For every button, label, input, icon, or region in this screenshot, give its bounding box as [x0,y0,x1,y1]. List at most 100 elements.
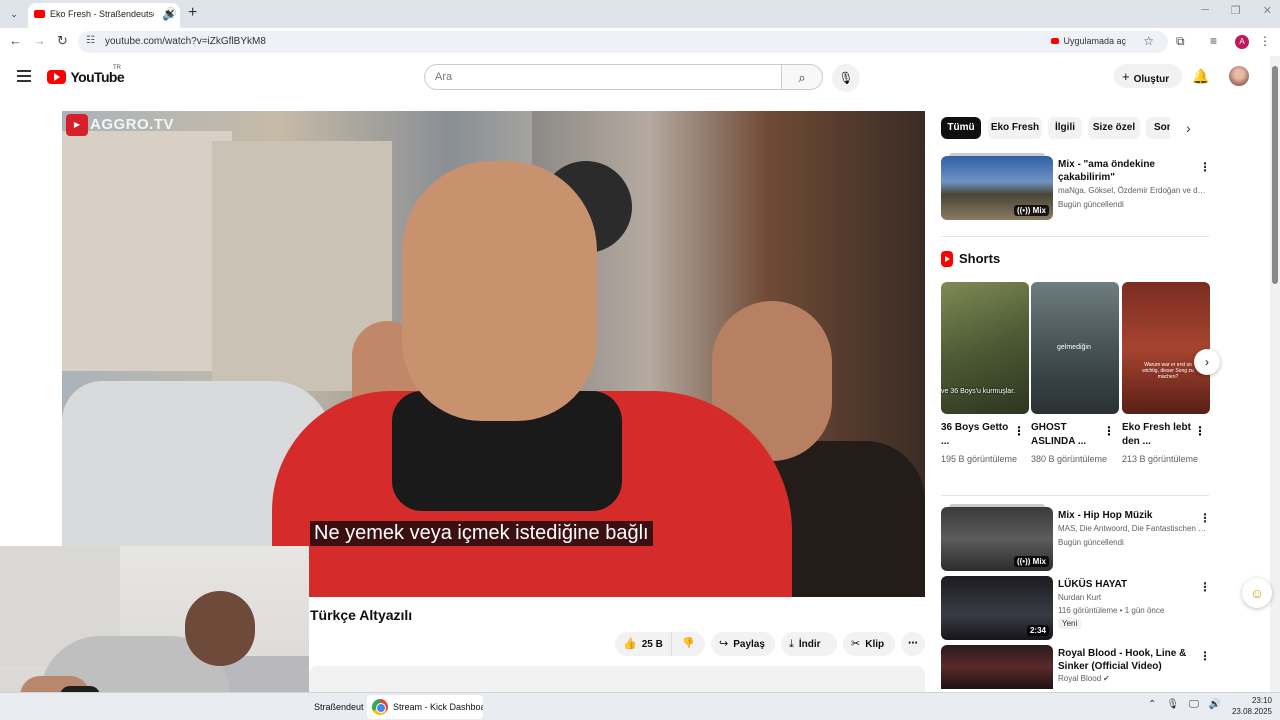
video-thumbnail[interactable]: ((•)) Mix [941,507,1053,571]
create-label: Oluştur [1133,74,1170,85]
chevron-right-icon[interactable]: › [1186,120,1191,136]
clock-time: 23:10 [1251,696,1272,705]
back-arrow-icon[interactable]: ← [9,33,22,48]
tab-close-icon[interactable]: ✕ [166,7,175,20]
video-thumbnail[interactable]: 2:34 [941,576,1053,640]
tab-search-chevron-icon[interactable]: ⌄ [5,5,23,23]
browser-tab-bar: ⌄ Eko Fresh - Straßendeutsch 🔊 ✕ + ─ ❐ ✕ [0,0,1280,28]
more-options-icon[interactable]: ⋮ [1199,511,1211,525]
forward-arrow-icon[interactable]: → [33,33,46,48]
video-player[interactable]: ▶ AGGRO.TV Ne yemek veya içmek istediğin… [62,111,925,597]
more-options-icon[interactable]: ⋮ [1194,424,1206,438]
short-title[interactable]: Eko Fresh lebt den ... [1122,421,1192,449]
more-actions-icon[interactable]: ⋯ [901,632,925,656]
short-thumbnail[interactable]: Warum war er erst so wichtig, dieser Son… [1122,282,1210,414]
reload-icon[interactable]: ↻ [57,33,68,49]
volume-icon[interactable]: 🔊 [1209,699,1221,710]
network-icon[interactable]: 🖵 [1189,699,1199,710]
clock-date: 23.08.2025 [1231,707,1272,716]
like-button[interactable]: 👍 25 B [615,632,671,656]
short-thumbnail[interactable]: ve 36 Boys'u kurmuşlar. [941,282,1029,414]
system-tray: ⌃ 🎙 🖵 🔊 [1148,699,1221,710]
restore-icon[interactable]: ❐ [1231,4,1241,17]
system-clock[interactable]: 23:10 23.08.2025 [1226,695,1272,717]
browser-profile-avatar[interactable]: A [1235,35,1249,49]
os-taskbar: Straßendeut Stream - Kick Dashboar ⌃ 🎙 🖵… [0,692,1280,720]
youtube-logo[interactable]: YouTube TR [47,65,125,86]
taskbar-item-active[interactable]: Stream - Kick Dashboar [367,695,483,719]
close-window-icon[interactable]: ✕ [1263,4,1272,17]
menu-hamburger-icon[interactable] [17,70,31,82]
chrome-icon [372,699,388,715]
short-title[interactable]: 36 Boys Getto ... [941,421,1011,449]
browser-tab-active[interactable]: Eko Fresh - Straßendeutsch 🔊 [28,3,180,28]
notifications-bell-icon[interactable]: 🔔 [1192,68,1209,85]
more-options-icon[interactable]: ⋮ [1199,649,1211,663]
youtube-favicon-icon [34,10,45,18]
divider [941,495,1209,496]
bookmark-star-icon[interactable]: ☆ [1143,34,1154,48]
extensions-icon[interactable]: ⧉ [1176,34,1185,49]
tray-chevron-up-icon[interactable]: ⌃ [1148,699,1156,710]
chip-recent[interactable]: Son [1146,117,1170,139]
scissors-icon: ✂ [851,638,861,650]
video-title[interactable]: Mix - Hip Hop Müzik [1058,509,1198,522]
share-button[interactable]: ↪ Paylaş [711,632,775,656]
microphone-icon[interactable]: 🎙 [1166,699,1179,710]
account-avatar[interactable] [1229,66,1249,86]
download-label: İndir [798,639,821,650]
short-title[interactable]: GHOST ASLINDA ... [1031,421,1101,449]
site-info-icon[interactable]: ☷ [86,35,95,46]
taskbar-item[interactable]: Straßendeut [310,697,365,717]
more-options-icon[interactable]: ⋮ [1013,424,1025,438]
short-thumbnail[interactable]: gelmediğin [1031,282,1119,414]
search-icon: ⌕ [798,70,806,85]
minimize-icon[interactable]: ─ [1201,4,1209,17]
download-button[interactable]: ⤓ İndir [781,632,837,656]
dislike-button[interactable]: 👎 [671,632,705,656]
chip-eko-fresh[interactable]: Eko Fresh [988,117,1042,139]
short-item[interactable]: gelmediğin GHOST ASLINDA ... 380 B görün… [1031,282,1119,464]
more-options-icon[interactable]: ⋮ [1199,160,1211,174]
chip-all[interactable]: Tümü [941,117,981,139]
floating-assistant-icon[interactable]: ☺ [1242,578,1272,608]
open-in-app-button[interactable]: Uygulamada aç [1051,36,1126,46]
tab-title: Eko Fresh - Straßendeutsch [50,9,154,19]
short-item[interactable]: Warum war er erst so wichtig, dieser Son… [1122,282,1210,464]
short-overlay-text: Warum war er erst so wichtig, dieser Son… [1142,362,1194,380]
voice-search-mic-icon[interactable]: 🎙 [832,64,860,92]
mix-title[interactable]: Mix - "ama öndekine çakabilirim" [1058,158,1198,184]
chip-for-you[interactable]: Size özel [1088,117,1140,139]
video-title[interactable]: Royal Blood - Hook, Line & Sinker (Offic… [1058,647,1198,673]
mix-thumbnail[interactable]: ((•)) Mix [941,156,1053,220]
short-overlay-text: gelmediğin [1057,344,1091,351]
shorts-next-chevron-icon[interactable]: › [1194,349,1220,375]
new-badge: Yeni [1058,618,1082,629]
plus-icon: + [1122,69,1130,84]
video-title[interactable]: LÜKÜS HAYAT [1058,578,1198,591]
shorts-title: Shorts [959,251,1001,267]
short-item[interactable]: ve 36 Boys'u kurmuşlar. 36 Boys Getto ..… [941,282,1029,464]
clip-button[interactable]: ✂ Klip [843,632,895,656]
create-button[interactable]: + Oluştur [1114,64,1182,88]
more-options-icon[interactable]: ⋮ [1103,424,1115,438]
mix-channels: maNga, Göksel, Özdemir Erdoğan ve dah... [1058,186,1208,195]
more-options-icon[interactable]: ⋮ [1199,580,1211,594]
chip-related[interactable]: İlgili [1048,117,1082,139]
browser-menu-icon[interactable]: ⋮ [1259,34,1271,48]
address-bar[interactable]: ☷ youtube.com/watch?v=iZkGflBYkM8 Uygula… [78,31,1168,53]
youtube-play-icon [47,69,66,84]
search-button[interactable]: ⌕ [781,64,823,90]
video-thumbnail[interactable] [941,645,1053,689]
media-controls-icon[interactable]: ≡ [1210,34,1217,48]
youtube-app-icon [1051,38,1060,44]
scrollbar-thumb[interactable] [1272,66,1278,284]
search-input[interactable]: Ara [424,64,782,90]
video-subtitle: Ne yemek veya içmek istediğine bağlı [310,521,653,546]
share-arrow-icon: ↪ [719,638,729,650]
video-meta: 116 görüntüleme • 1 gün önce [1058,606,1165,615]
webcam-head [185,591,255,666]
new-tab-button[interactable]: + [188,4,197,22]
duration-badge: 2:34 [1026,625,1049,636]
short-overlay-text: ve 36 Boys'u kurmuşlar. [941,388,1016,395]
